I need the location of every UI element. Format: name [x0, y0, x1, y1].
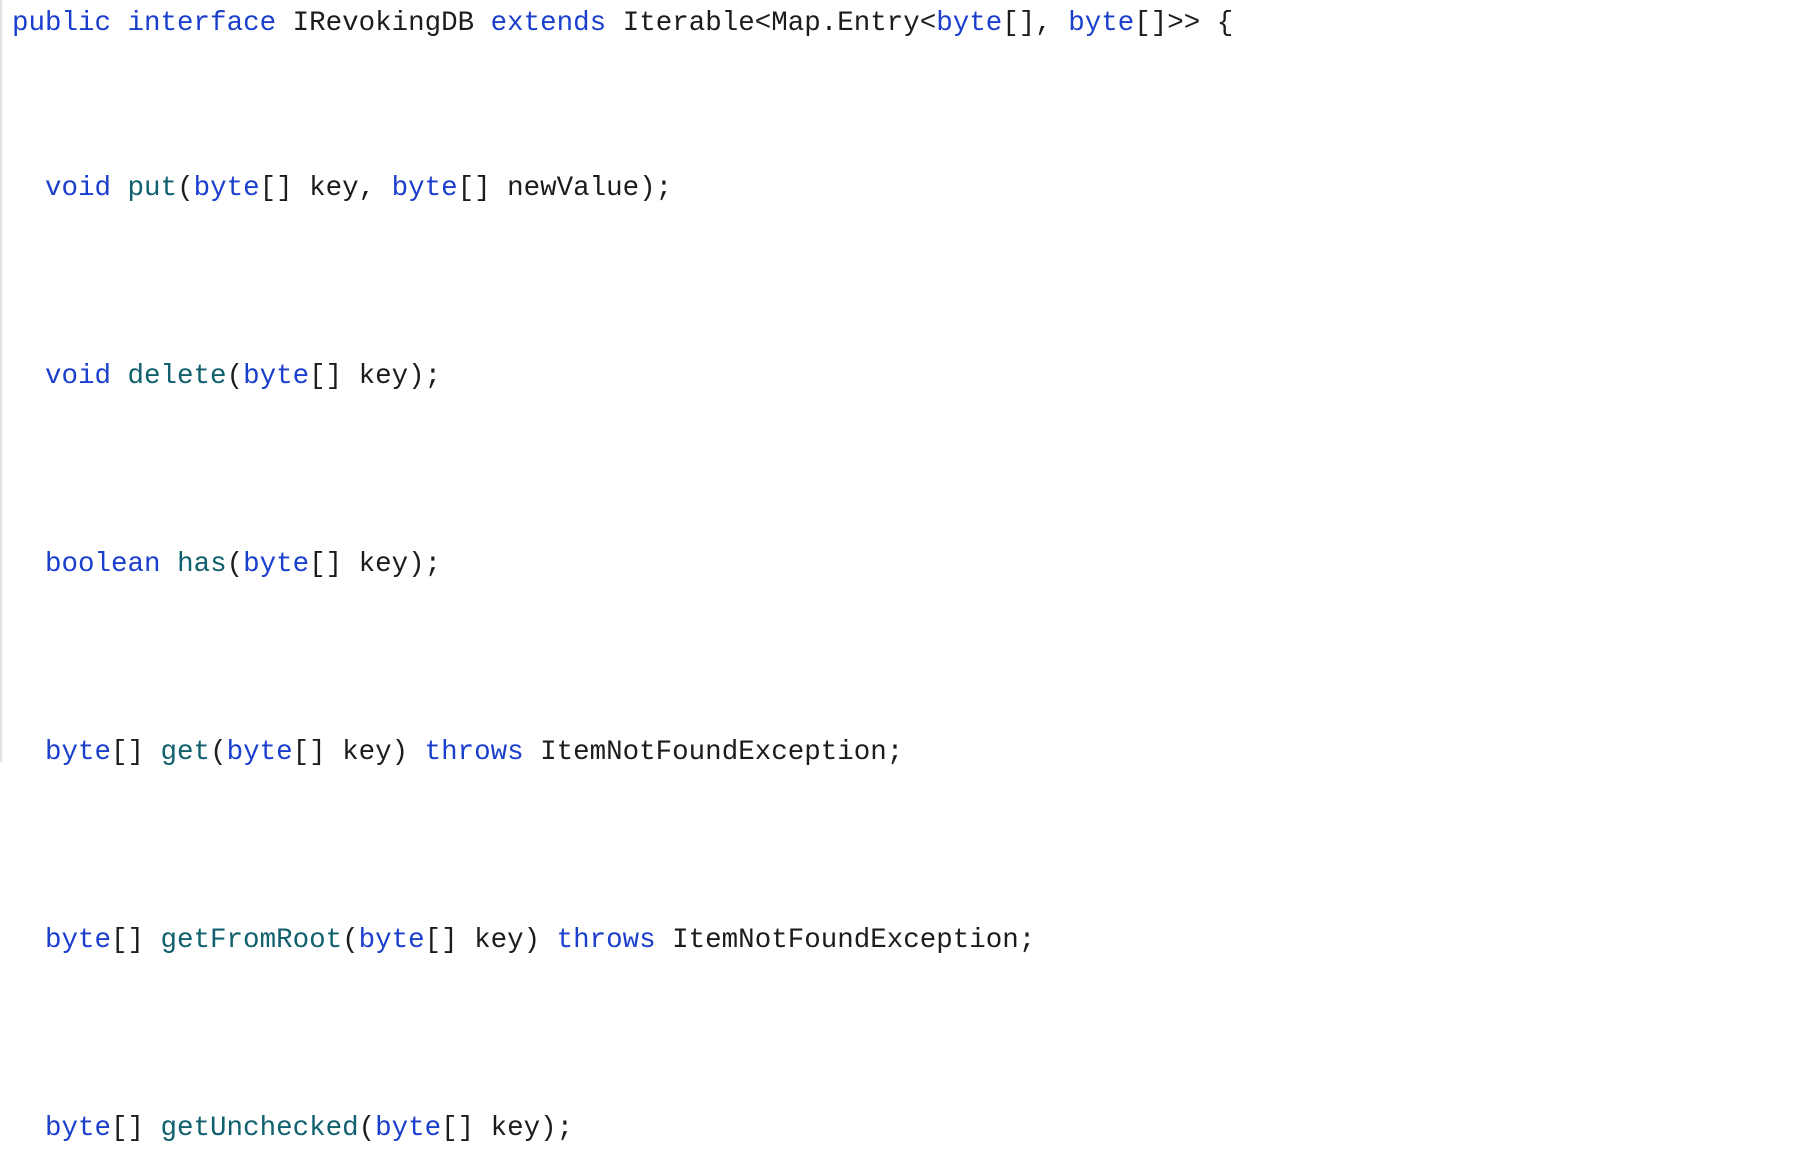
code-token-kw: void: [45, 361, 112, 392]
line-blank-2: [2, 236, 1794, 330]
code-token-pl: (: [210, 737, 227, 768]
line-blank-4: [2, 612, 1794, 706]
code-token-pl: []: [111, 737, 161, 768]
code-body[interactable]: public interface IRevokingDB extends Ite…: [2, 0, 1794, 1176]
code-token-kw: byte: [226, 737, 293, 768]
code-token-pl: [] key);: [309, 361, 442, 392]
code-token-pl: (: [177, 173, 194, 204]
code-token-kw: byte: [45, 925, 112, 956]
line-blank-5: [2, 800, 1794, 894]
code-token-pl: [] key);: [441, 1113, 574, 1144]
code-token-pl: (: [358, 1113, 376, 1144]
code-token-kw: byte: [936, 8, 1003, 39]
line-declaration: public interface IRevokingDB extends Ite…: [2, 0, 1794, 48]
code-token-pl: (: [342, 925, 359, 956]
code-token-kw: void: [45, 173, 112, 204]
code-token-fn: get: [160, 737, 211, 768]
line-method-get: byte[] get(byte[] key) throws ItemNotFou…: [2, 706, 1794, 800]
code-token-pl: IRevokingDB: [292, 8, 475, 39]
code-token-kw: byte: [243, 549, 310, 580]
code-token-pl: []: [111, 1113, 161, 1144]
line-method-getunchecked: byte[] getUnchecked(byte[] key);: [2, 1082, 1794, 1176]
code-token-fn: put: [127, 173, 178, 204]
code-token-fn: getUnchecked: [160, 1113, 359, 1144]
code-token-kw: interface: [127, 8, 277, 39]
code-token-kw: byte: [193, 173, 260, 204]
code-token-kw: extends: [490, 8, 607, 39]
code-token-pl: ItemNotFoundException;: [655, 925, 1036, 956]
code-token-fn: delete: [127, 361, 227, 392]
code-token-pl: Iterable<Map.Entry<: [622, 8, 937, 39]
code-token-pl: [],: [1002, 8, 1069, 39]
code-token-pl: []: [111, 925, 161, 956]
code-token-pl: [] key): [424, 925, 557, 956]
line-method-delete: void delete(byte[] key);: [2, 330, 1794, 424]
code-token-kw: byte: [358, 925, 425, 956]
code-token-pl: (: [226, 361, 244, 392]
code-token-kw: boolean: [45, 549, 161, 580]
code-token-pl: [] key,: [259, 173, 392, 204]
code-token-kw: byte: [243, 361, 310, 392]
line-blank-3: [2, 424, 1794, 518]
line-method-has: boolean has(byte[] key);: [2, 518, 1794, 612]
code-token-kw: public: [12, 8, 112, 39]
code-token-fn: has: [177, 549, 227, 580]
code-token-kw: throws: [424, 737, 524, 768]
code-token-pl: []>> {: [1134, 8, 1234, 39]
code-token-kw: byte: [375, 1113, 442, 1144]
code-token-pl: ItemNotFoundException;: [523, 737, 904, 768]
code-token-pl: [] key);: [309, 549, 442, 580]
code-token-pl: [] key): [292, 737, 425, 768]
line-method-getfromroot: byte[] getFromRoot(byte[] key) throws It…: [2, 894, 1794, 988]
code-token-pl: (: [226, 549, 244, 580]
code-token-kw: byte: [1068, 8, 1135, 39]
code-token-kw: byte: [391, 173, 458, 204]
code-token-fn: getFromRoot: [160, 925, 343, 956]
code-token-kw: byte: [45, 1113, 112, 1144]
code-block[interactable]: public interface IRevokingDB extends Ite…: [0, 0, 1794, 1144]
line-method-put: void put(byte[] key, byte[] newValue);: [2, 142, 1794, 236]
line-blank-1: [2, 48, 1794, 142]
code-token-pl: [] newValue);: [457, 173, 673, 204]
line-blank-6: [2, 988, 1794, 1082]
code-token-kw: throws: [556, 925, 656, 956]
code-token-kw: byte: [45, 737, 112, 768]
